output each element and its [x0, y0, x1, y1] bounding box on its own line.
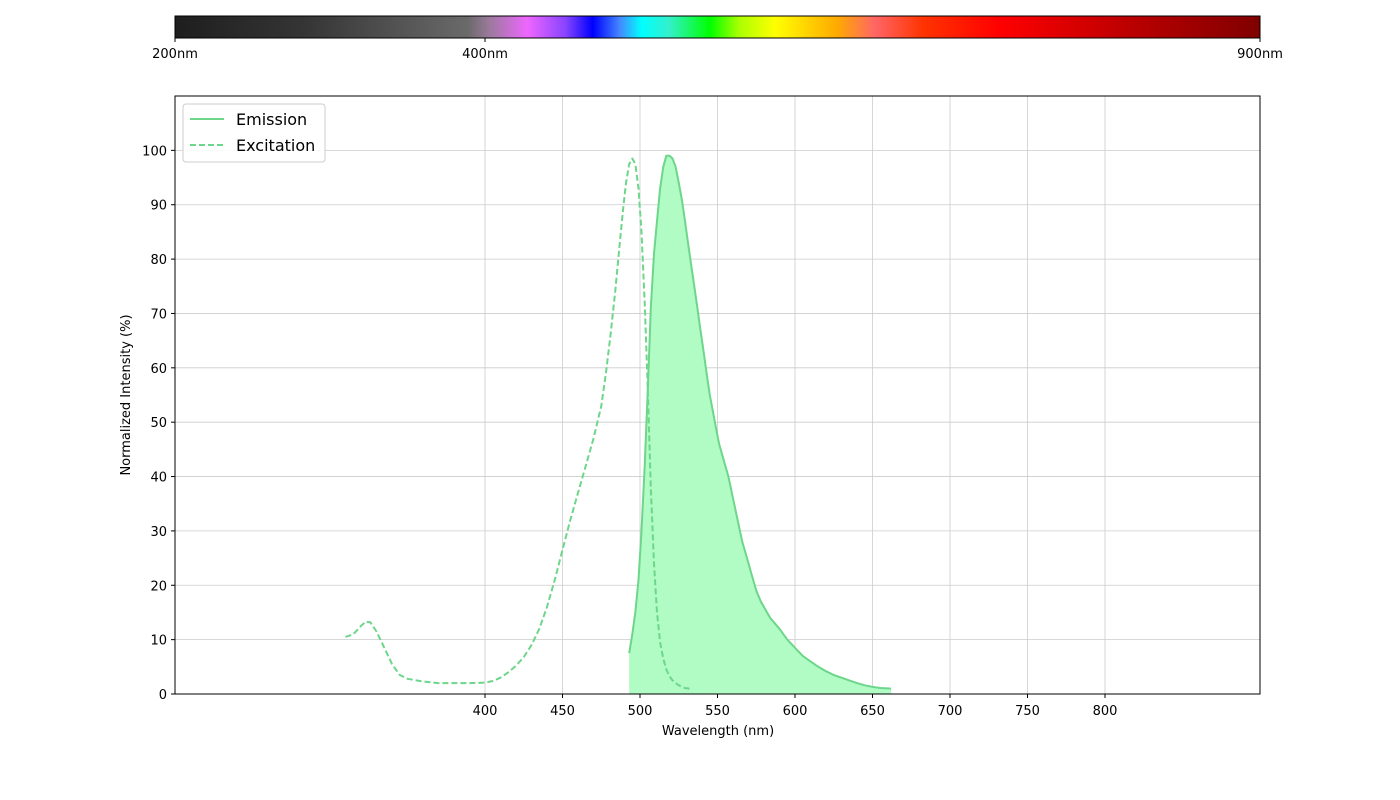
y-tick-label: 100	[142, 144, 167, 159]
legend-excitation-label: Excitation	[236, 136, 315, 155]
x-tick-label: 450	[550, 704, 575, 719]
y-tick-label: 20	[150, 579, 167, 594]
y-tick-label: 0	[159, 688, 167, 703]
y-tick-label: 60	[150, 362, 167, 377]
x-tick-label: 700	[938, 704, 963, 719]
x-tick-label: 750	[1015, 704, 1040, 719]
legend: Emission Excitation	[182, 103, 326, 163]
y-tick-label: 10	[150, 634, 167, 649]
y-axis-label: Normalized Intensity (%)	[119, 314, 134, 475]
x-tick-label: 500	[628, 704, 653, 719]
y-tick-label: 50	[150, 416, 167, 431]
y-tick-label: 30	[150, 525, 167, 540]
series-emission-fill	[629, 155, 892, 695]
y-tick-label: 90	[150, 199, 167, 214]
axis-ticks: 400 450 500 550 600 650 700 750 800 0 10 20 30 40 50 60…	[142, 144, 1117, 719]
legend-emission-label: Emission	[236, 110, 307, 129]
series-layer	[345, 154, 892, 695]
x-tick-label: 550	[705, 704, 730, 719]
y-tick-label: 40	[150, 471, 167, 486]
spectrum-chart: 400 450 500 550 600 650 700 750 800 0 10 20 30 40 50 60…	[119, 95, 1261, 739]
x-tick-label: 800	[1093, 704, 1118, 719]
x-tick-label: 400	[473, 704, 498, 719]
x-axis-label: Wavelength (nm)	[662, 724, 774, 739]
y-tick-label: 80	[150, 253, 167, 268]
x-tick-label: 600	[783, 704, 808, 719]
y-tick-label: 70	[150, 307, 167, 322]
x-tick-label: 650	[860, 704, 885, 719]
